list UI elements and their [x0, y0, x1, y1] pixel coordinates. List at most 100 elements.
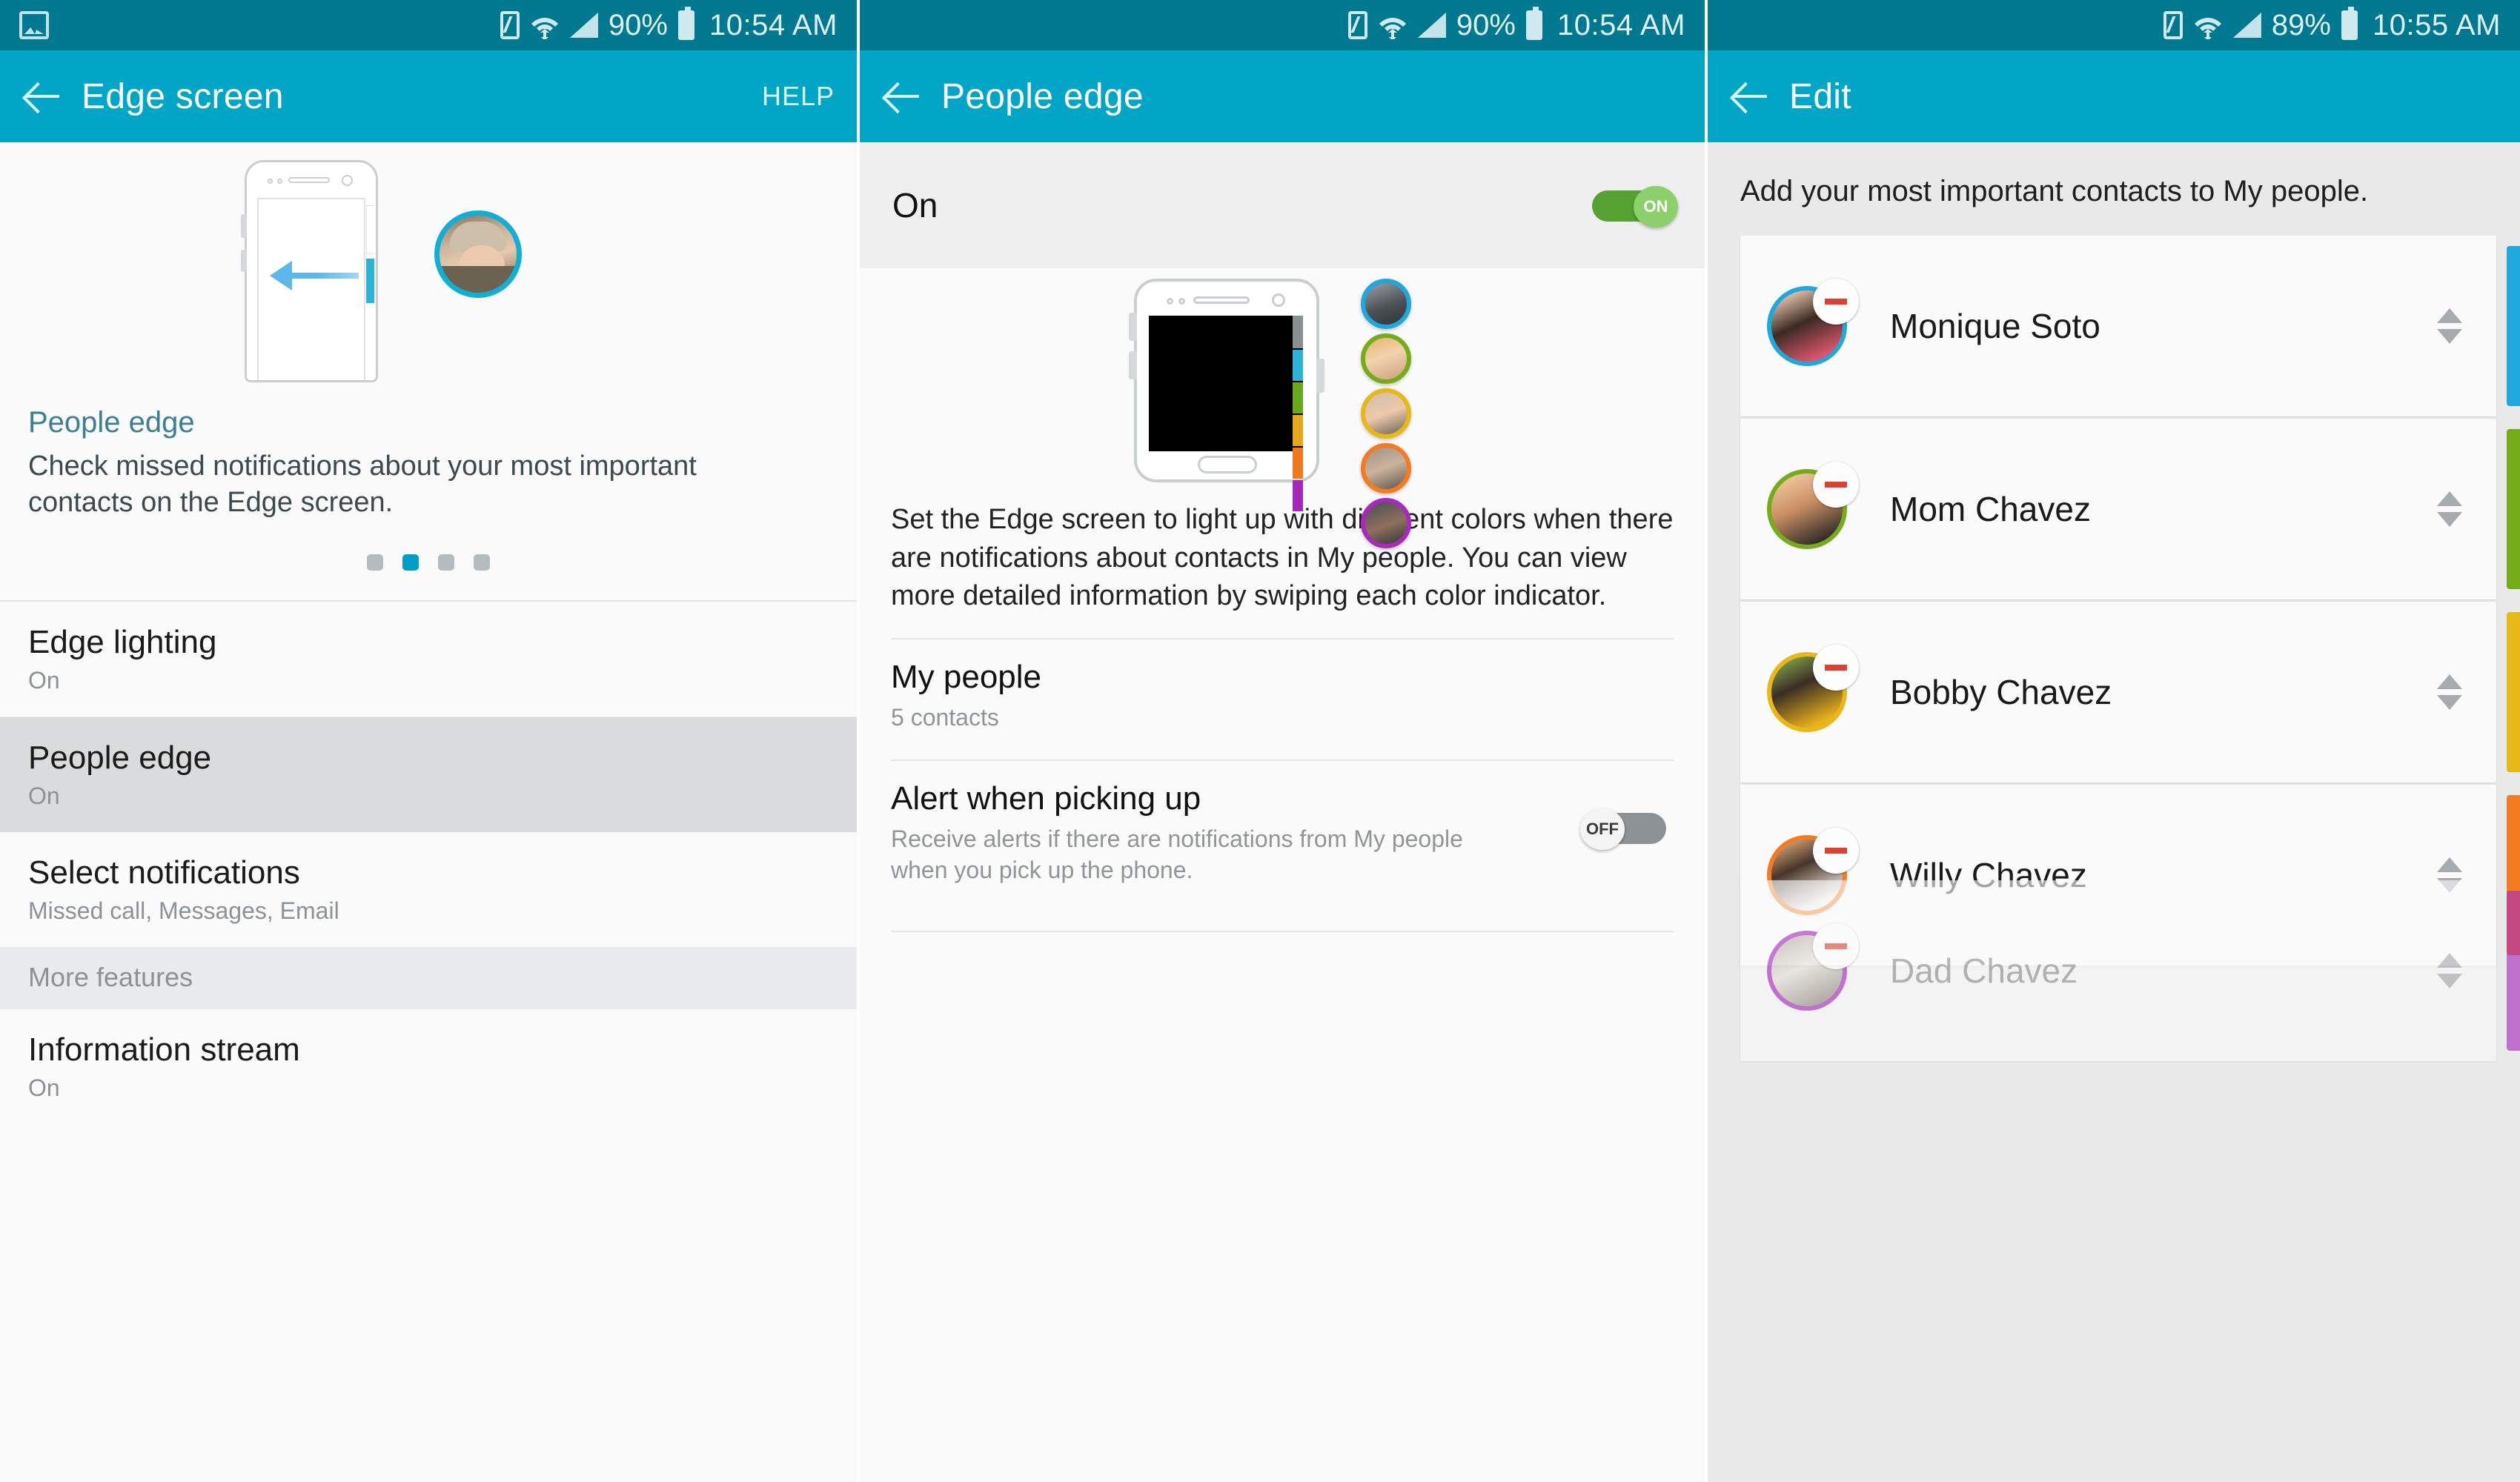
back-arrow-icon[interactable]: [882, 76, 924, 117]
clock-label: 10:54 AM: [709, 8, 838, 41]
signal-icon: [2232, 13, 2261, 38]
row-title: My people: [891, 659, 1042, 696]
feature-title: People edge: [28, 406, 195, 439]
contact-name: Bobby Chavez: [1890, 673, 2112, 711]
row-title: People edge: [28, 740, 212, 777]
settings-row-information-stream[interactable]: Information stream On: [0, 1009, 857, 1125]
settings-row-select-notifications[interactable]: Select notifications Missed call, Messag…: [0, 832, 857, 948]
clock-label: 10:54 AM: [1556, 8, 1685, 41]
back-arrow-icon[interactable]: [1730, 76, 1771, 117]
reorder-updown-icon[interactable]: [2437, 491, 2462, 527]
people-edge-master-toggle-row[interactable]: On ON: [860, 142, 1705, 268]
page-indicator[interactable]: [0, 520, 857, 600]
avatar: [1767, 279, 1859, 366]
settings-row-edge-lighting[interactable]: Edge lighting On: [0, 602, 857, 717]
row-title: Select notifications: [28, 854, 300, 891]
divider: [891, 930, 1674, 932]
avatar-contact-1: [1361, 279, 1411, 329]
section-header-label: More features: [28, 962, 193, 993]
page-title: Edge screen: [82, 76, 284, 116]
three-screenshot-strip: 90% 10:54 AM Edge screen HELP People edg…: [0, 0, 2520, 1482]
nfc-icon: [1347, 11, 1367, 39]
page-dot-3[interactable]: [438, 554, 454, 571]
avatar: [1767, 462, 1859, 549]
row-subtitle: On: [28, 667, 60, 694]
avatar-contact-5: [1361, 498, 1411, 548]
contact-name: Monique Soto: [1890, 307, 2100, 345]
battery-icon: [677, 7, 694, 40]
gallery-notification-icon: [19, 11, 49, 39]
toggle-knob-label: OFF: [1580, 808, 1625, 851]
feature-description: Check missed notifications about your mo…: [28, 451, 697, 518]
edge-color-strip-yellow: [1293, 415, 1303, 446]
reorder-updown-icon[interactable]: [2437, 308, 2462, 344]
swipe-left-arrow-icon: [270, 261, 359, 290]
back-arrow-icon[interactable]: [22, 76, 64, 117]
settings-row-my-people[interactable]: My people 5 contacts: [860, 639, 1705, 752]
page-dot-1[interactable]: [367, 554, 383, 571]
edge-color-strip: [2507, 612, 2520, 772]
battery-percent-label: 90%: [608, 8, 668, 41]
my-people-contact-list: Monique Soto Mom Chavez Bobby Chavez Wil…: [1708, 236, 2520, 1061]
wifi-icon: [2194, 18, 2221, 39]
help-button[interactable]: HELP: [762, 81, 835, 112]
battery-icon: [2341, 7, 2358, 40]
wifi-icon: [1379, 18, 1406, 39]
nfc-icon: [500, 11, 520, 39]
edge-color-strip-green: [1293, 382, 1303, 413]
page-title: Edit: [1789, 76, 1851, 116]
avatar-contact-2: [1361, 333, 1411, 384]
edge-color-strip: [2507, 429, 2520, 589]
edge-color-strip-grey: [1293, 316, 1303, 348]
page-title: People edge: [941, 76, 1144, 116]
reorder-updown-icon[interactable]: [2437, 953, 2462, 988]
edge-color-strip-purple: [1293, 480, 1303, 511]
edge-color-strip-blue: [1293, 350, 1303, 381]
settings-row-people-edge[interactable]: People edge On: [0, 717, 857, 833]
row-title: Edge lighting: [28, 624, 217, 661]
phone-graphic: [1129, 279, 1324, 511]
table-row[interactable]: Mom Chavez: [1740, 419, 2520, 599]
edge-color-strip: [2507, 891, 2520, 1051]
toggle-knob-label: ON: [1634, 186, 1678, 227]
row-subtitle: 5 contacts: [891, 704, 999, 731]
minus-badge-icon[interactable]: [1813, 923, 1859, 969]
app-bar-edge-screen: Edge screen HELP: [0, 50, 857, 142]
avatar-contact-4: [1361, 443, 1411, 494]
minus-badge-icon[interactable]: [1813, 828, 1859, 874]
row-subtitle: On: [28, 782, 60, 810]
contact-name: Mom Chavez: [1890, 490, 2091, 528]
avatar: [1767, 645, 1859, 732]
table-row[interactable]: Dad Chavez: [1740, 880, 2520, 1061]
minus-badge-icon[interactable]: [1813, 645, 1859, 691]
contact-name: Dad Chavez: [1890, 951, 2078, 990]
people-edge-toggle-switch[interactable]: ON: [1592, 186, 1678, 227]
status-bar-1: 90% 10:54 AM: [0, 0, 857, 50]
page-dot-4[interactable]: [474, 554, 490, 571]
hero-contact-avatar: [434, 210, 522, 298]
page-dot-2[interactable]: [402, 554, 419, 571]
status-bar-3: 89% 10:55 AM: [1708, 0, 2520, 50]
row-title: Alert when picking up: [891, 780, 1201, 817]
wifi-icon: [531, 18, 558, 39]
minus-badge-icon[interactable]: [1813, 279, 1859, 325]
avatar: [1767, 923, 1859, 1011]
reorder-updown-icon[interactable]: [2437, 674, 2462, 710]
table-row[interactable]: Bobby Chavez: [1740, 602, 2520, 782]
phone-outline-graphic: [241, 160, 378, 382]
minus-badge-icon[interactable]: [1813, 462, 1859, 508]
screen-edit-my-people: 89% 10:55 AM Edit Add your most importan…: [1708, 0, 2520, 1482]
screen-people-edge: 90% 10:54 AM People edge On ON Set the E…: [860, 0, 1705, 1482]
edit-contacts-body: Add your most important contacts to My p…: [1708, 142, 2520, 1482]
settings-row-alert-when-picking-up[interactable]: Alert when picking up Receive alerts if …: [860, 761, 1705, 905]
row-subtitle: Missed call, Messages, Email: [28, 897, 339, 925]
app-bar-edit: Edit: [1708, 50, 2520, 142]
phone-screen-black: [1149, 316, 1303, 511]
app-bar-people-edge: People edge: [860, 50, 1705, 142]
toggle-state-label: On: [892, 186, 938, 225]
table-row[interactable]: Monique Soto: [1740, 236, 2520, 416]
alert-when-picking-up-toggle[interactable]: OFF: [1580, 808, 1666, 851]
row-title: Information stream: [28, 1031, 300, 1069]
signal-icon: [1417, 13, 1446, 38]
screen-edge-screen: 90% 10:54 AM Edge screen HELP People edg…: [0, 0, 857, 1482]
